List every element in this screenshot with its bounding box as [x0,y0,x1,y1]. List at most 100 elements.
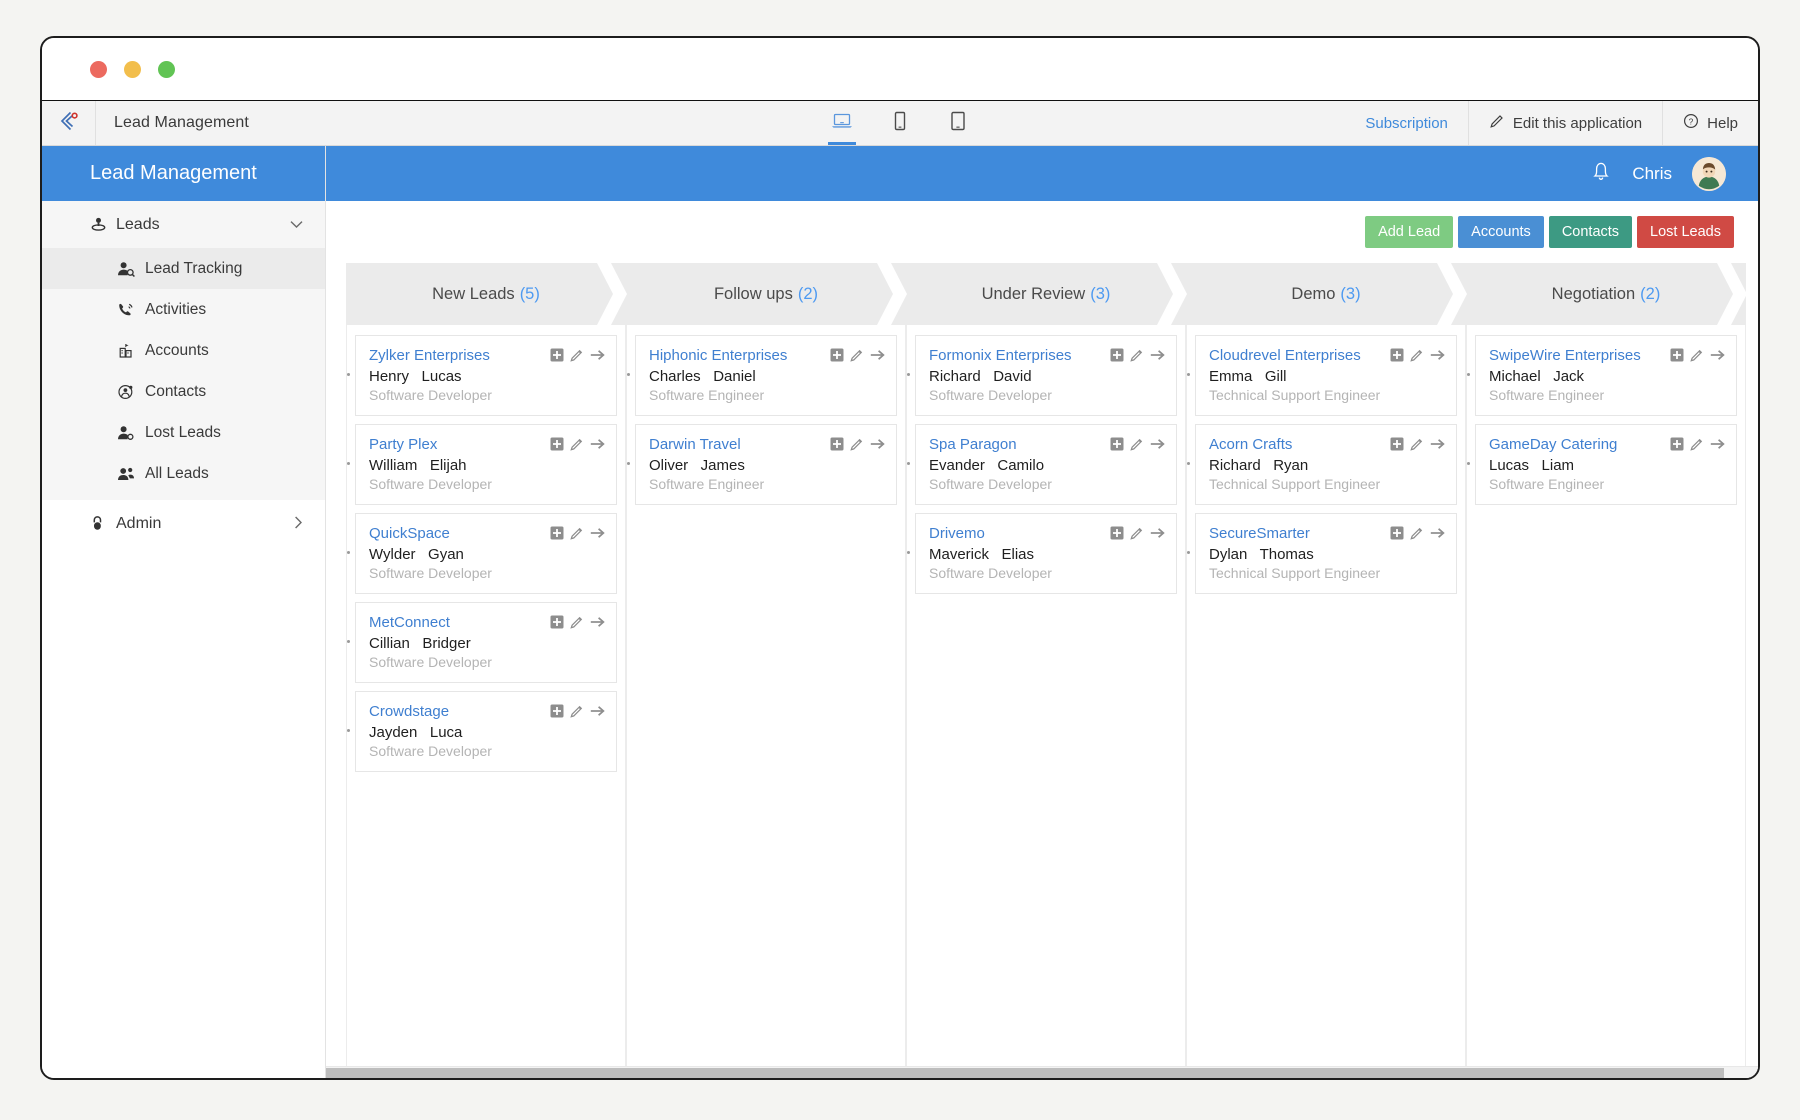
horizontal-scrollbar-thumb[interactable] [326,1068,1724,1078]
add-square-icon[interactable] [1670,348,1684,367]
kanban-card[interactable]: GameDay CateringLucas LiamSoftware Engin… [1475,424,1737,505]
kanban-card[interactable]: SecureSmarterDylan ThomasTechnical Suppo… [1195,513,1457,594]
pencil-icon[interactable] [1410,437,1424,456]
add-square-icon[interactable] [550,615,564,634]
pencil-icon[interactable] [1130,348,1144,367]
kanban-card[interactable]: Acorn CraftsRichard RyanTechnical Suppor… [1195,424,1457,505]
app-logo-button[interactable] [42,101,96,145]
arrow-right-icon[interactable] [1430,437,1445,456]
add-square-icon[interactable] [830,437,844,456]
notification-bell-icon[interactable] [1590,159,1612,188]
kanban-column-body: Formonix EnterprisesRichard DavidSoftwar… [906,325,1186,1066]
arrow-right-icon[interactable] [870,348,885,367]
sidebar-item-contacts[interactable]: Contacts [42,371,325,412]
arrow-right-icon[interactable] [590,615,605,634]
add-square-icon[interactable] [1390,526,1404,545]
arrow-right-icon[interactable] [590,526,605,545]
kanban-card[interactable]: CrowdstageJayden LucaSoftware Developer [355,691,617,772]
maximize-window-button[interactable] [158,61,175,78]
kanban-card[interactable]: Hiphonic EnterprisesCharles DanielSoftwa… [635,335,897,416]
pencil-icon[interactable] [850,348,864,367]
pencil-icon[interactable] [1690,437,1704,456]
kanban-column-header[interactable]: Follow ups(2) [626,263,906,325]
card-role: Software Engineer [649,387,883,403]
add-square-icon[interactable] [550,348,564,367]
add-square-icon[interactable] [1110,437,1124,456]
kanban-column-header[interactable]: Negotiation(2) [1466,263,1746,325]
sidebar-item-accounts[interactable]: Accounts [42,330,325,371]
add-square-icon[interactable] [550,526,564,545]
minimize-window-button[interactable] [124,61,141,78]
arrow-right-icon[interactable] [1150,437,1165,456]
subscription-link[interactable]: Subscription [1345,101,1468,145]
pencil-icon[interactable] [1410,348,1424,367]
pencil-icon[interactable] [1690,348,1704,367]
kanban-scroll-area[interactable]: New Leads(5) Zylker EnterprisesHenry Luca… [326,263,1758,1066]
kanban-card-wrapper: CrowdstageJayden LucaSoftware Developer [355,691,617,772]
pencil-icon[interactable] [1130,526,1144,545]
pencil-icon[interactable] [1130,437,1144,456]
sidebar-item-activities[interactable]: Activities [42,289,325,330]
arrow-right-icon[interactable] [1150,526,1165,545]
mobile-view-button[interactable] [883,101,917,145]
sidebar-item-all-leads[interactable]: All Leads [42,453,325,494]
kanban-card[interactable]: DrivemoMaverick EliasSoftware Developer [915,513,1177,594]
contacts-button[interactable]: Contacts [1549,216,1632,248]
lost-leads-button[interactable]: Lost Leads [1637,216,1734,248]
arrow-right-icon[interactable] [590,348,605,367]
sidebar-item-lead-tracking[interactable]: Lead Tracking [42,248,325,289]
arrow-right-icon[interactable] [1430,526,1445,545]
kanban-card[interactable]: Zylker EnterprisesHenry LucasSoftware De… [355,335,617,416]
kanban-stage-chevron-icon [597,263,627,325]
help-button[interactable]: ? Help [1662,101,1758,145]
kanban-card[interactable]: Party PlexWilliam ElijahSoftware Develop… [355,424,617,505]
arrow-right-icon[interactable] [870,437,885,456]
add-square-icon[interactable] [550,704,564,723]
add-square-icon[interactable] [1110,348,1124,367]
add-square-icon[interactable] [830,348,844,367]
kanban-column-header[interactable]: Under Review(3) [906,263,1186,325]
lock-icon [90,515,116,532]
add-lead-button[interactable]: Add Lead [1365,216,1453,248]
horizontal-scrollbar[interactable] [326,1066,1758,1078]
arrow-right-icon[interactable] [1710,437,1725,456]
pencil-icon[interactable] [570,615,584,634]
card-person-name: Charles Daniel [649,368,883,385]
add-square-icon[interactable] [550,437,564,456]
avatar[interactable] [1692,157,1726,191]
sidebar-item-lost-leads[interactable]: Lost Leads [42,412,325,453]
kanban-card[interactable]: Cloudrevel EnterprisesEmma GillTechnical… [1195,335,1457,416]
add-square-icon[interactable] [1390,437,1404,456]
add-square-icon[interactable] [1110,526,1124,545]
edit-application-button[interactable]: Edit this application [1468,101,1662,145]
kanban-column: Demo(3) Cloudrevel EnterprisesEmma GillTe… [1186,263,1466,1066]
pencil-icon[interactable] [1410,526,1424,545]
pencil-icon[interactable] [570,704,584,723]
kanban-card[interactable]: Formonix EnterprisesRichard DavidSoftwar… [915,335,1177,416]
add-square-icon[interactable] [1390,348,1404,367]
kanban-column-header[interactable]: Demo(3) [1186,263,1466,325]
kanban-card[interactable]: SwipeWire EnterprisesMichael JackSoftwar… [1475,335,1737,416]
sidebar-group-leads[interactable]: Leads [42,201,325,248]
arrow-right-icon[interactable] [590,704,605,723]
sidebar-group-admin[interactable]: Admin [42,500,325,547]
arrow-right-icon[interactable] [590,437,605,456]
arrow-right-icon[interactable] [1150,348,1165,367]
desktop-view-button[interactable] [825,101,859,145]
chevron-down-icon [290,217,303,232]
pencil-icon[interactable] [570,348,584,367]
kanban-card[interactable]: QuickSpaceWylder GyanSoftware Developer [355,513,617,594]
pencil-icon[interactable] [570,437,584,456]
pencil-icon[interactable] [570,526,584,545]
add-square-icon[interactable] [1670,437,1684,456]
kanban-card[interactable]: MetConnectCillian BridgerSoftware Develo… [355,602,617,683]
pencil-icon[interactable] [850,437,864,456]
kanban-card[interactable]: Spa ParagonEvander CamiloSoftware Develo… [915,424,1177,505]
kanban-column-header[interactable]: New Leads(5) [346,263,626,325]
tablet-view-button[interactable] [941,101,975,145]
arrow-right-icon[interactable] [1430,348,1445,367]
kanban-card[interactable]: Darwin TravelOliver JamesSoftware Engine… [635,424,897,505]
accounts-button[interactable]: Accounts [1458,216,1544,248]
arrow-right-icon[interactable] [1710,348,1725,367]
close-window-button[interactable] [90,61,107,78]
